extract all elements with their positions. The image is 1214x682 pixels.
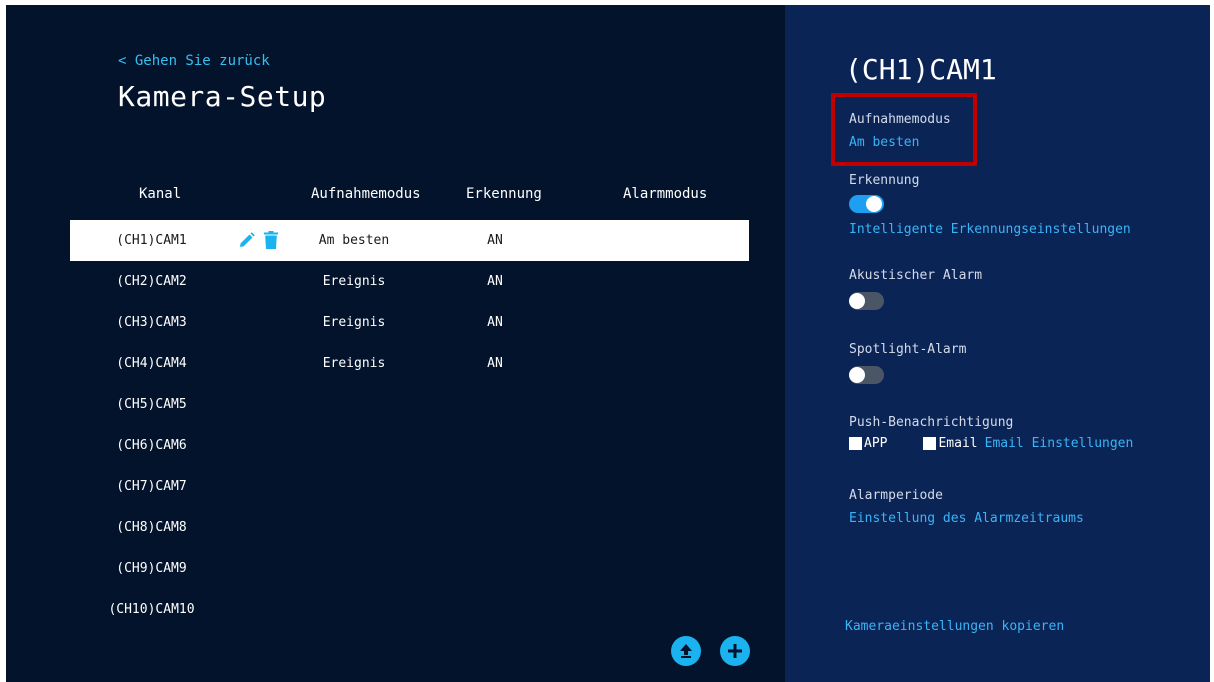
add-button[interactable] (720, 636, 750, 666)
detection-cell (475, 507, 515, 548)
toggle-knob (849, 367, 865, 383)
push-options: APP Email Email Einstellungen (849, 436, 1133, 451)
table-row[interactable]: (CH2)CAM2 Ereignis AN (70, 261, 749, 302)
column-header-detection: Erkennung (466, 186, 542, 202)
highlight-box (831, 93, 977, 166)
detection-label: Erkennung (849, 173, 920, 188)
channel-cell: (CH2)CAM2 (116, 274, 187, 289)
record-mode-cell (298, 466, 410, 507)
table-row[interactable]: (CH7)CAM7 (70, 466, 749, 507)
edit-icon[interactable] (238, 231, 256, 249)
detection-cell (475, 384, 515, 425)
record-mode-cell (298, 384, 410, 425)
channel-cell: (CH7)CAM7 (116, 479, 187, 494)
detection-cell (475, 548, 515, 589)
push-notification-label: Push-Benachrichtigung (849, 415, 1014, 430)
channel-cell: (CH4)CAM4 (116, 356, 187, 371)
spotlight-alarm-label: Spotlight-Alarm (849, 342, 967, 357)
record-mode-cell (298, 548, 410, 589)
channel-cell: (CH10)CAM10 (108, 602, 195, 617)
add-icon (728, 644, 742, 658)
record-mode-value[interactable]: Am besten (849, 135, 919, 150)
acoustic-alarm-toggle[interactable] (849, 292, 884, 310)
upload-button[interactable] (671, 636, 701, 666)
table-row[interactable]: (CH6)CAM6 (70, 425, 749, 466)
channel-cell: (CH8)CAM8 (116, 520, 187, 535)
spotlight-alarm-toggle[interactable] (849, 366, 884, 384)
table-row[interactable]: (CH1)CAM1 Am besten AN (70, 220, 749, 261)
smart-detection-settings-link[interactable]: Intelligente Erkennungseinstellungen (849, 222, 1131, 237)
column-header-record-mode: Aufnahmemodus (311, 186, 421, 202)
record-mode-cell (298, 425, 410, 466)
delete-icon[interactable] (264, 231, 278, 249)
camera-title: (CH1)CAM1 (845, 53, 997, 86)
detection-cell: AN (487, 274, 503, 289)
app-checkbox[interactable] (849, 437, 862, 450)
detection-cell (475, 425, 515, 466)
back-link[interactable]: < Gehen Sie zurück (118, 53, 270, 69)
copy-camera-settings-link[interactable]: Kameraeinstellungen kopieren (845, 619, 1064, 634)
table-row[interactable]: (CH5)CAM5 (70, 384, 749, 425)
alarm-period-settings-link[interactable]: Einstellung des Alarmzeitraums (849, 511, 1084, 526)
detection-cell: AN (487, 233, 503, 248)
record-mode-cell: Ereignis (322, 356, 386, 371)
page-title: Kamera-Setup (118, 80, 327, 113)
channel-cell: (CH6)CAM6 (116, 438, 187, 453)
app-checkbox-label: APP (864, 436, 888, 451)
toggle-knob (866, 196, 882, 212)
record-mode-label: Aufnahmemodus (849, 112, 951, 127)
record-mode-cell (298, 507, 410, 548)
table-row[interactable]: (CH10)CAM10 (70, 589, 749, 630)
detection-cell (475, 589, 515, 630)
channel-cell: (CH5)CAM5 (116, 397, 187, 412)
toggle-knob (849, 293, 865, 309)
column-header-alarm-mode: Alarmmodus (623, 186, 708, 202)
channel-cell: (CH3)CAM3 (116, 315, 187, 330)
table-row[interactable]: (CH9)CAM9 (70, 548, 749, 589)
upload-icon (680, 644, 692, 658)
detection-cell: AN (487, 356, 503, 371)
email-checkbox-label: Email (938, 436, 978, 451)
row-actions (238, 231, 278, 249)
detection-cell: AN (487, 315, 503, 330)
alarm-period-label: Alarmperiode (849, 488, 943, 503)
table-row[interactable]: (CH8)CAM8 (70, 507, 749, 548)
column-header-channel: Kanal (139, 186, 182, 202)
email-checkbox[interactable] (923, 437, 937, 450)
record-mode-cell: Ereignis (322, 315, 386, 330)
channel-cell: (CH9)CAM9 (116, 561, 187, 576)
channel-cell: (CH1)CAM1 (116, 233, 187, 248)
record-mode-cell (298, 589, 410, 630)
detection-toggle[interactable] (849, 195, 884, 213)
email-settings-link[interactable]: Email Einstellungen (985, 436, 1134, 451)
detection-cell (475, 466, 515, 507)
table-row[interactable]: (CH4)CAM4 Ereignis AN (70, 343, 749, 384)
record-mode-cell: Am besten (318, 233, 390, 248)
acoustic-alarm-label: Akustischer Alarm (849, 268, 983, 283)
record-mode-cell: Ereignis (322, 274, 386, 289)
table-row[interactable]: (CH3)CAM3 Ereignis AN (70, 302, 749, 343)
